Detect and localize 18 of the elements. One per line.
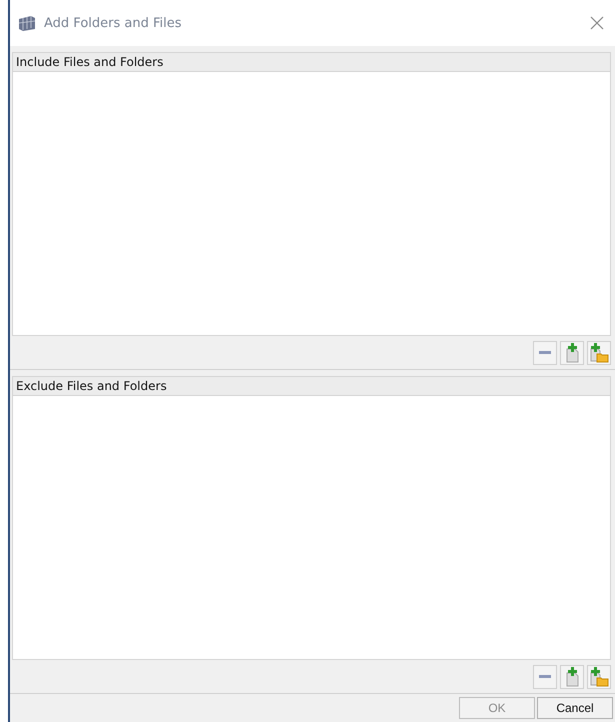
add-file-icon bbox=[565, 666, 579, 686]
add-file-icon bbox=[565, 342, 579, 362]
add-file-button[interactable] bbox=[560, 664, 584, 688]
remove-button[interactable] bbox=[533, 664, 557, 688]
cancel-button[interactable]: Cancel bbox=[537, 697, 613, 719]
remove-button[interactable] bbox=[533, 340, 557, 364]
section-header: Include Files and Folders bbox=[12, 52, 611, 72]
window-title: Add Folders and Files bbox=[44, 16, 182, 30]
app-icon bbox=[18, 15, 36, 31]
add-folder-button[interactable] bbox=[587, 664, 611, 688]
add-folder-icon bbox=[589, 666, 609, 686]
add-folder-icon bbox=[589, 342, 609, 362]
minus-icon bbox=[539, 674, 551, 678]
add-file-button[interactable] bbox=[560, 340, 584, 364]
section-header: Exclude Files and Folders bbox=[12, 376, 611, 396]
close-button[interactable] bbox=[589, 15, 605, 31]
minus-icon bbox=[539, 350, 551, 354]
add-folder-button[interactable] bbox=[587, 340, 611, 364]
